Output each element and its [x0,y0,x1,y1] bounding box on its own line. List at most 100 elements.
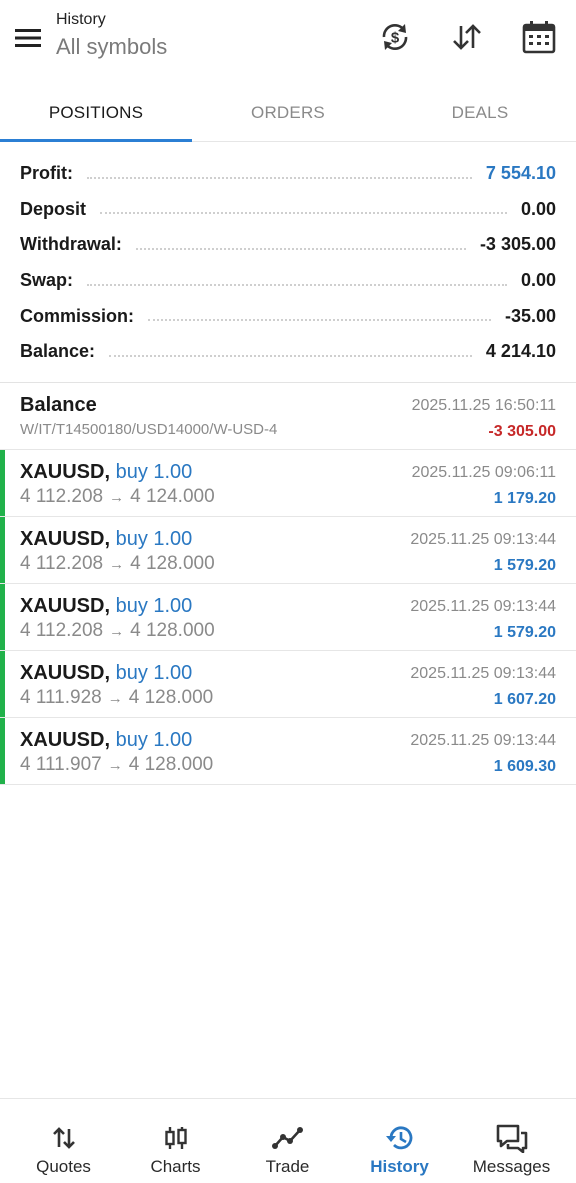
position-title: XAUUSD, buy 1.00 [20,595,192,618]
price-range: 4 111.928 → 4 128.000 [20,687,213,709]
price-range: 4 112.208 → 4 128.000 [20,620,215,642]
position-profit: 1 609.30 [493,758,556,775]
summary-label: Profit: [20,163,73,184]
symbol: XAUUSD, [20,461,111,483]
tab-label: DEALS [451,103,509,122]
summary-row-swap: Swap: 0.00 [20,263,556,299]
position-row[interactable]: XAUUSD, buy 1.00 4 112.208 → 4 128.000 202… [0,584,576,651]
refresh-dollar-icon: $ [382,24,408,50]
sync-dollar-button[interactable]: $ [375,16,415,58]
position-row[interactable]: XAUUSD, buy 1.00 4 111.907 → 4 128.000 202… [0,718,576,785]
sort-button[interactable] [447,16,487,58]
open-price: 4 112.208 [20,620,104,641]
tab-orders[interactable]: ORDERS [192,84,384,142]
price-range: 4 112.208 → 4 124.000 [20,486,215,508]
page-title: History [56,11,106,28]
symbol-filter: All symbols [56,34,168,59]
history-icon [385,1126,412,1150]
position-time: 2025.11.25 09:13:44 [410,598,556,615]
dotted-leader [148,319,491,322]
nav-trade[interactable]: Trade [230,1099,345,1183]
open-price: 4 111.928 [20,687,102,708]
nav-label: Messages [472,1157,551,1176]
balance-record[interactable]: Balance W/IT/T14500180/USD14000/W-USD-4 … [0,383,576,450]
calendar-icon [522,21,556,54]
quotes-icon [52,1127,75,1149]
symbol: XAUUSD, [20,528,111,550]
active-tab-indicator [0,139,192,142]
summary-value: 4 214.10 [485,341,556,362]
buy-indicator-bar [0,718,5,784]
tab-label: ORDERS [251,103,325,122]
side-volume: buy 1.00 [115,729,193,751]
position-row[interactable]: XAUUSD, buy 1.00 4 112.208 → 4 128.000 202… [0,517,576,584]
trade-icon [271,1127,303,1149]
position-time: 2025.11.25 09:06:11 [411,464,556,481]
record-title: Balance [20,394,97,416]
dotted-leader [87,176,472,179]
position-profit: 1 579.20 [493,624,556,641]
buy-indicator-bar [0,584,5,650]
open-price: 4 111.907 [20,754,102,775]
tab-label: POSITIONS [48,103,144,122]
record-description: W/IT/T14500180/USD14000/W-USD-4 [20,421,278,438]
position-profit: 1 607.20 [493,691,556,708]
history-screen: History All symbols $ POSITIONS ORDERS D… [0,0,576,1183]
tab-deals[interactable]: DEALS [384,84,576,142]
symbol: XAUUSD, [20,729,111,751]
arrow-right-icon: → [107,757,123,774]
summary-label: Balance: [20,341,96,362]
nav-label: History [370,1157,429,1176]
close-price: 4 128.000 [128,754,214,775]
summary-row-deposit: Deposit 0.00 [20,192,556,228]
side-volume: buy 1.00 [115,528,193,550]
arrow-right-icon: → [109,556,125,573]
record-amount: -3 305.00 [488,423,556,440]
nav-charts[interactable]: Charts [118,1099,233,1183]
nav-label: Quotes [36,1157,91,1176]
nav-quotes[interactable]: Quotes [6,1099,121,1183]
messages-icon [496,1124,527,1153]
close-price: 4 124.000 [130,486,215,507]
side-volume: buy 1.00 [115,461,193,483]
nav-history[interactable]: History [342,1099,457,1183]
position-row[interactable]: XAUUSD, buy 1.00 4 111.928 → 4 128.000 202… [0,651,576,718]
summary-value: 0.00 [520,198,556,219]
summary-row-commission: Commission: -35.00 [20,298,556,334]
hamburger-icon [15,29,41,47]
summary-value: -35.00 [504,305,556,326]
menu-button[interactable] [10,22,46,54]
bottom-navigation: Quotes Charts Trade History Messages [0,1098,576,1183]
close-price: 4 128.000 [128,687,214,708]
summary-label: Swap: [20,270,74,291]
tab-bar: POSITIONS ORDERS DEALS [0,84,576,142]
position-title: XAUUSD, buy 1.00 [20,729,192,752]
charts-icon [164,1127,187,1149]
calendar-button[interactable] [519,16,559,58]
position-row[interactable]: XAUUSD, buy 1.00 4 112.208 → 4 124.000 202… [0,450,576,517]
arrow-right-icon: → [107,690,123,707]
side-volume: buy 1.00 [115,662,193,684]
symbol: XAUUSD, [20,662,111,684]
dotted-leader [135,247,466,250]
position-title: XAUUSD, buy 1.00 [20,461,192,484]
tab-positions[interactable]: POSITIONS [0,84,192,142]
arrow-right-icon: → [109,489,125,506]
position-time: 2025.11.25 09:13:44 [410,732,556,749]
title-block[interactable]: History All symbols [56,11,167,60]
summary-row-withdrawal: Withdrawal: -3 305.00 [20,227,556,263]
summary-label: Deposit [20,198,87,219]
nav-messages[interactable]: Messages [454,1099,569,1183]
dotted-leader [100,212,507,215]
summary-row-profit: Profit: 7 554.10 [20,156,556,192]
nav-label: Charts [150,1157,201,1176]
dotted-leader [87,283,507,286]
close-price: 4 128.000 [130,553,215,574]
buy-indicator-bar [0,450,5,516]
position-profit: 1 579.20 [493,557,556,574]
close-price: 4 128.000 [130,620,215,641]
buy-indicator-bar [0,517,5,583]
summary-value: 0.00 [520,270,556,291]
svg-text:$: $ [391,30,400,47]
nav-label: Trade [265,1157,310,1176]
